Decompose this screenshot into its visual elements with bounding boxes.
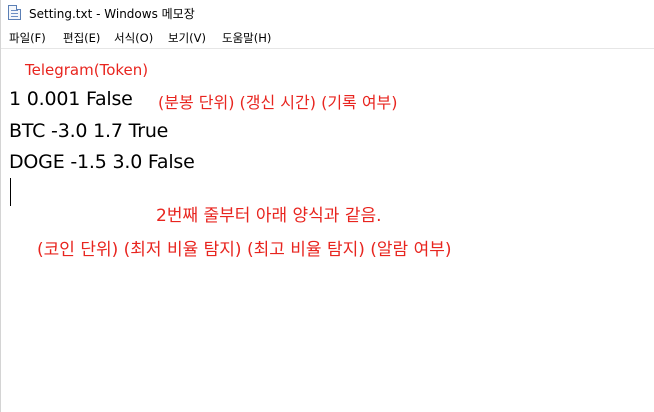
- annotation-token: Telegram(Token): [25, 61, 149, 79]
- title-bar[interactable]: Setting.txt - Windows 메모장: [1, 0, 654, 26]
- notepad-window: Setting.txt - Windows 메모장 파일(F) 편집(E) 서식…: [0, 0, 654, 412]
- icon-line: [11, 13, 18, 14]
- menu-format[interactable]: 서식(O): [114, 30, 153, 46]
- menu-file[interactable]: 파일(F): [9, 30, 46, 46]
- menu-edit[interactable]: 편집(E): [63, 30, 100, 46]
- icon-line: [11, 10, 18, 11]
- text-editor-area[interactable]: Telegram(Token) 1 0.001 False (분봉 단위) (갱…: [1, 48, 654, 412]
- annotation-line1: (분봉 단위) (갱신 시간) (기록 여부): [158, 93, 398, 112]
- menu-help[interactable]: 도움말(H): [222, 30, 271, 46]
- menu-bar: 파일(F) 편집(E) 서식(O) 보기(V) 도움말(H): [1, 26, 654, 48]
- text-line-1: 1 0.001 False: [9, 88, 133, 110]
- annotation-format: (코인 단위) (최저 비율 탐지) (최고 비율 탐지) (알람 여부): [37, 240, 452, 260]
- menu-view[interactable]: 보기(V): [168, 30, 206, 46]
- text-caret: [10, 178, 11, 206]
- text-line-3: DOGE -1.5 3.0 False: [9, 151, 195, 173]
- text-line-2: BTC -3.0 1.7 True: [9, 120, 169, 142]
- window-title: Setting.txt - Windows 메모장: [29, 7, 195, 21]
- annotation-note: 2번째 줄부터 아래 양식과 같음.: [156, 206, 382, 226]
- notepad-icon: [8, 5, 21, 20]
- icon-line: [11, 16, 18, 17]
